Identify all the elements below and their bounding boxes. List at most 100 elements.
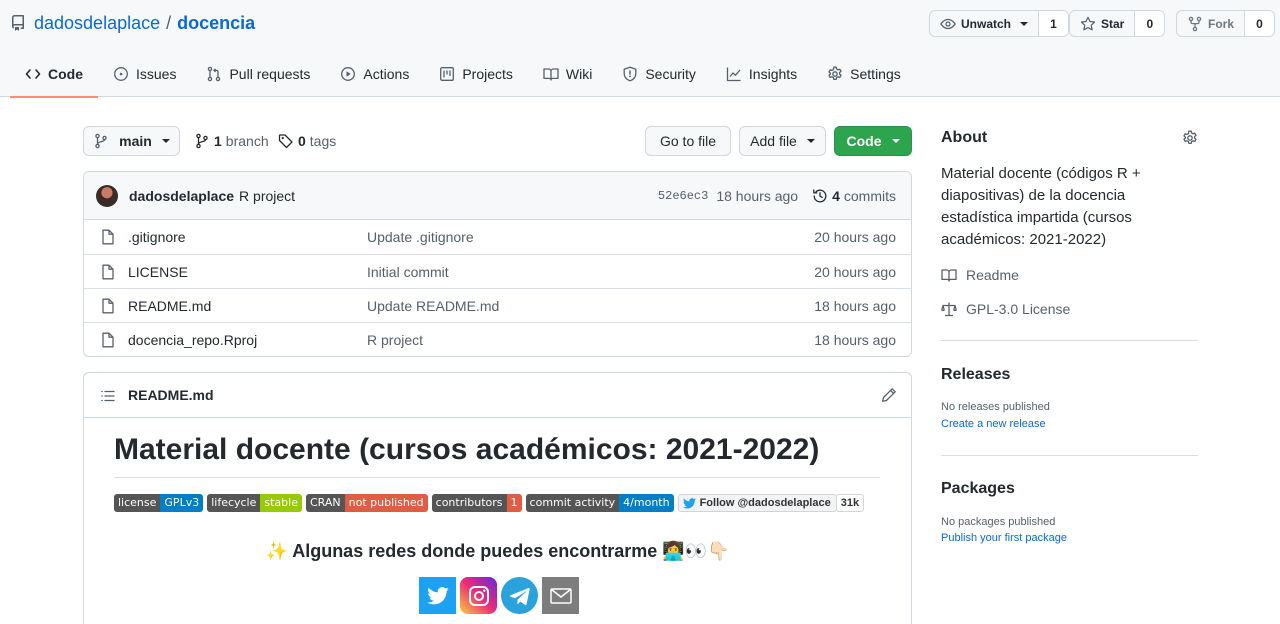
add-file-label: Add file [750,133,797,149]
license-link[interactable]: GPL-3.0 License [941,301,1070,317]
file-commit-message[interactable]: R project [367,332,423,348]
file-name[interactable]: LICENSE [128,264,188,280]
cran-badge[interactable]: CRAN not published [305,494,428,512]
tab-settings[interactable]: Settings [812,50,916,97]
mail-link[interactable] [542,577,579,614]
instagram-icon [468,585,489,606]
watch-count[interactable]: 1 [1038,11,1069,36]
file-age: 18 hours ago [814,331,896,348]
file-row[interactable]: README.md Update README.md 18 hours ago [84,288,911,322]
branch-select-button[interactable]: main [83,126,180,156]
star-label: Star [1101,16,1125,31]
star-count[interactable]: 0 [1134,11,1165,36]
lifecycle-badge[interactable]: lifecycle stable [207,494,302,512]
tab-pull-requests[interactable]: Pull requests [191,50,325,97]
history-icon [813,188,827,202]
tab-label: Issues [136,65,177,82]
repo-name-link[interactable]: docencia [177,13,255,34]
branch-icon [95,133,107,149]
file-name[interactable]: README.md [128,298,211,314]
commit-sha[interactable]: 52e6ec3 [658,189,708,203]
watch-label: Unwatch [961,16,1012,31]
create-release-link[interactable]: Create a new release [941,418,1046,430]
star-icon [1080,16,1096,30]
latest-commit-bar: dadosdelaplace R project 52e6ec3 18 hour… [84,172,911,220]
tab-label: Actions [363,65,410,82]
tab-label: Settings [850,65,901,82]
graph-icon [726,67,741,81]
packages-heading[interactable]: Packages [941,480,1015,498]
tab-insights[interactable]: Insights [711,50,812,97]
file-age: 20 hours ago [814,229,896,245]
contributors-badge[interactable]: contributors 1 [431,494,522,512]
instagram-link[interactable] [460,577,497,614]
star-button[interactable]: Star 0 [1069,10,1166,37]
repo-icon [11,15,24,31]
issue-icon [114,66,128,81]
about-heading: About [941,129,988,146]
mail-icon [549,587,572,604]
repo-owner-link[interactable]: dadosdelaplace [34,13,160,34]
fork-label: Fork [1208,16,1235,31]
twitter-follow-badge[interactable]: Follow @dadosdelaplace 31k [677,494,865,512]
twitter-link[interactable] [419,577,456,614]
branches-link[interactable]: 1 branch [194,133,269,149]
watch-button[interactable]: Unwatch 1 [929,10,1070,37]
commit-author[interactable]: dadosdelaplace [129,188,234,204]
fork-count[interactable]: 0 [1244,11,1275,36]
tab-issues[interactable]: Issues [98,50,191,97]
commit-message[interactable]: R project [239,188,295,204]
chevron-down-icon [891,139,900,143]
avatar[interactable] [96,184,118,207]
tab-label: Code [48,65,83,82]
sidebar-divider [941,455,1198,456]
about-description: Material docente (códigos R + diapositiv… [941,165,1141,248]
file-icon [102,298,114,313]
tab-code[interactable]: Code [10,50,98,98]
file-icon [102,264,114,279]
fork-button[interactable]: Fork 0 [1176,10,1276,37]
readme-link-label: Readme [966,267,1019,283]
file-commit-message[interactable]: Initial commit [367,264,449,280]
tab-wiki[interactable]: Wiki [528,50,607,97]
pencil-icon[interactable] [881,387,897,403]
packages-empty-text: No packages published [941,516,1056,528]
commit-age: 18 hours ago [716,187,799,204]
license-badge[interactable]: license GPLv3 [114,494,204,512]
tab-security[interactable]: Security [607,50,711,97]
branches-count: 1 [214,133,222,149]
file-row[interactable]: LICENSE Initial commit 20 hours ago [84,254,911,288]
file-commit-message[interactable]: Update README.md [367,298,499,314]
gear-icon[interactable] [1182,130,1198,146]
file-commit-message[interactable]: Update .gitignore [367,229,474,245]
add-file-button[interactable]: Add file [739,126,826,156]
sidebar-divider [941,340,1198,341]
telegram-icon [509,587,530,605]
code-download-button[interactable]: Code [834,126,912,156]
tags-count: 0 [298,133,306,149]
list-icon[interactable] [100,388,116,404]
file-icon [102,229,114,245]
tab-actions[interactable]: Actions [325,50,424,97]
releases-heading[interactable]: Releases [941,366,1010,384]
file-row[interactable]: docencia_repo.Rproj R project 18 hours a… [84,322,911,356]
tags-link[interactable]: 0 tags [278,133,336,149]
go-to-file-button[interactable]: Go to file [645,126,731,156]
file-age: 18 hours ago [814,297,896,314]
commit-activity-badge[interactable]: commit activity 4/month [525,494,674,512]
badge-row: license GPLv3 lifecycle stable CRAN not pub… [114,494,865,512]
commits-link[interactable]: 4 commits [812,188,896,204]
twitter-follow-count: 31k [835,494,865,512]
tag-icon [278,134,293,149]
play-icon [341,66,356,81]
file-name[interactable]: docencia_repo.Rproj [128,332,257,348]
fork-icon [1188,16,1202,31]
telegram-link[interactable] [501,577,538,614]
branches-label: branch [225,133,269,149]
readme-link[interactable]: Readme [941,267,1019,283]
file-name[interactable]: .gitignore [128,229,186,245]
tab-projects[interactable]: Projects [424,50,528,97]
file-row[interactable]: .gitignore Update .gitignore 20 hours ag… [84,220,911,254]
readme-filename: README.md [128,387,214,403]
publish-package-link[interactable]: Publish your first package [941,532,1067,544]
